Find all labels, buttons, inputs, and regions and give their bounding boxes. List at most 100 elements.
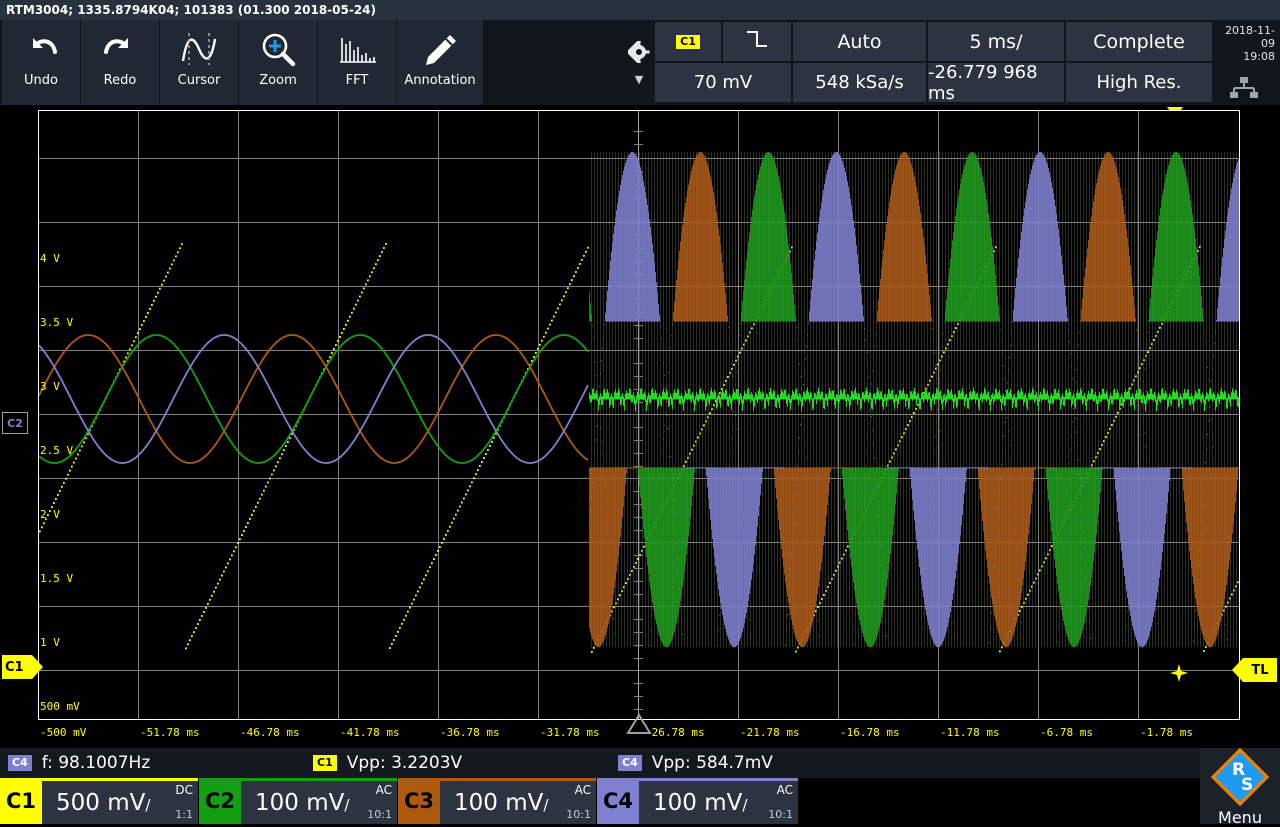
y-axis-label-bottom: -500 mV [40, 726, 86, 739]
annotation-icon [420, 24, 460, 74]
horizontal-position-cell[interactable]: -26.779 968 ms [928, 63, 1064, 102]
undo-button[interactable]: Undo [2, 20, 80, 105]
gear-icon[interactable] [628, 41, 650, 67]
measurement-item[interactable]: C1 Vpp: 3.2203V [313, 753, 613, 773]
y-axis-label: 2.5 V [40, 444, 73, 457]
trigger-level-marker[interactable]: TL [1243, 658, 1277, 682]
undo-label: Undo [24, 74, 58, 88]
settings-column[interactable]: ▼ [625, 20, 653, 105]
trigger-mode-cell[interactable]: Auto [793, 22, 926, 61]
waveform-display[interactable]: T [0, 105, 1280, 745]
trigger-source-cell[interactable]: C1 [655, 22, 721, 61]
y-axis-label: 2 V [40, 508, 60, 521]
channel-probe-ratio: 1:1 [175, 809, 193, 821]
horizontal-position-value: -26.779 968 ms [928, 62, 1064, 104]
channel-c4[interactable]: C4 100 mV/ AC 10:1 [597, 778, 798, 824]
zoom-button[interactable]: Zoom [239, 20, 317, 105]
trigger-source-badge: C1 [676, 35, 700, 49]
timebase-cell[interactable]: 5 ms/ [928, 22, 1064, 61]
y-axis-label: 500 mV [40, 700, 80, 713]
fft-button[interactable]: FFT [318, 20, 396, 105]
title-text: RTM3004; 1335.8794K04; 101383 (01.300 20… [6, 3, 376, 17]
plot-area[interactable] [38, 110, 1240, 720]
channel-badge: C4 [597, 778, 639, 824]
chevron-down-icon[interactable]: ▼ [635, 75, 643, 85]
channel-scale: 100 mV/ [255, 790, 349, 816]
channel-badge: C2 [199, 778, 241, 824]
trigger-base-marker[interactable] [626, 713, 652, 739]
x-axis-label: -51.78 ms [140, 726, 200, 739]
channel-c3[interactable]: C3 100 mV/ AC 10:1 [398, 778, 596, 824]
y-axis-label: 3 V [40, 380, 60, 393]
redo-label: Redo [104, 74, 137, 88]
x-axis-label: -21.78 ms [740, 726, 800, 739]
redo-icon [100, 24, 140, 74]
undo-icon [21, 24, 61, 74]
sample-rate-value: 548 kSa/s [815, 72, 903, 93]
cursor-button[interactable]: Cursor [160, 20, 238, 105]
acquisition-mode-cell[interactable]: High Res. [1066, 63, 1212, 102]
trigger-slope-cell[interactable] [723, 22, 791, 61]
x-axis-label: -31.78 ms [540, 726, 600, 739]
date-time-panel: 2018-11-09 19:08 [1212, 22, 1278, 102]
x-axis-label: -36.78 ms [440, 726, 500, 739]
cursor-label: Cursor [178, 74, 221, 88]
acquisition-mode-value: High Res. [1097, 72, 1182, 93]
fft-label: FFT [346, 74, 369, 88]
measurement-channel-badge: C1 [313, 755, 337, 771]
cursor-icon [177, 24, 221, 74]
channel-c1[interactable]: C1 500 mV/ DC 1:1 [0, 778, 198, 824]
channel-c2[interactable]: C2 100 mV/ AC 10:1 [199, 778, 397, 824]
x-axis-label: -46.78 ms [240, 726, 300, 739]
x-axis-label: -16.78 ms [840, 726, 900, 739]
measurement-value: Vpp: 3.2203V [347, 753, 462, 773]
x-axis-label: -26.78 ms [645, 726, 705, 739]
channel-scale: 100 mV/ [653, 790, 747, 816]
redo-button[interactable]: Redo [81, 20, 159, 105]
x-axis-label: -1.78 ms [1140, 726, 1193, 739]
measurement-item[interactable]: C4 Vpp: 584.7mV [618, 753, 918, 773]
trigger-settings-panel: C1 Auto 5 ms/ Complete 70 mV 548 kSa/s -… [655, 22, 1212, 102]
measurement-bar: C4 f: 98.1007Hz C1 Vpp: 3.2203V C4 Vpp: … [0, 748, 1200, 778]
annotation-label: Annotation [404, 74, 475, 88]
acquisition-state-cell[interactable]: Complete [1066, 22, 1212, 61]
trigger-level-value: 70 mV [694, 72, 752, 93]
waveform-traces [39, 111, 1239, 719]
channel-probe-ratio: 10:1 [768, 809, 793, 821]
oscilloscope-screen: RTM3004; 1335.8794K04; 101383 (01.300 20… [0, 0, 1280, 824]
measurement-channel-badge: C4 [8, 755, 32, 771]
x-axis-label: -41.78 ms [340, 726, 400, 739]
trigger-level-cell[interactable]: 70 mV [655, 63, 791, 102]
timebase-value: 5 ms/ [970, 31, 1023, 53]
channel-bar: C1 500 mV/ DC 1:1 C2 100 mV/ AC 10:1 C3 … [0, 778, 1200, 824]
channel-coupling: AC [777, 784, 793, 797]
y-axis-label: 4 V [40, 252, 60, 265]
channel-offset-marker-cluster[interactable]: C2 [2, 412, 28, 434]
acquisition-state-value: Complete [1093, 31, 1185, 53]
annotation-button[interactable]: Annotation [397, 20, 483, 105]
channel-scale: 500 mV/ [56, 790, 150, 816]
zoom-label: Zoom [259, 74, 296, 88]
sample-rate-cell[interactable]: 548 kSa/s [793, 63, 926, 102]
network-icon[interactable] [1212, 77, 1275, 99]
x-axis-label: -11.78 ms [940, 726, 1000, 739]
channel-badge: C1 [0, 778, 42, 824]
c1-ground-marker[interactable]: C1 [2, 655, 32, 679]
svg-text:S: S [1241, 775, 1253, 795]
measurement-value: f: 98.1007Hz [42, 753, 151, 773]
fft-icon [336, 24, 378, 74]
tl-marker-label: TL [1251, 663, 1268, 678]
y-axis-label: 1.5 V [40, 572, 73, 585]
measurement-channel-badge: C4 [618, 755, 642, 771]
channel-coupling: DC [175, 784, 193, 797]
falling-edge-icon [744, 29, 770, 54]
zoom-icon [258, 24, 298, 74]
channel-coupling: AC [575, 784, 591, 797]
title-bar: RTM3004; 1335.8794K04; 101383 (01.300 20… [0, 0, 1280, 20]
trigger-level-star-icon [1169, 663, 1189, 687]
c1-marker-label: C1 [5, 660, 24, 675]
channel-badge: C3 [398, 778, 440, 824]
channel-probe-ratio: 10:1 [566, 809, 591, 821]
menu-button[interactable]: R S Menu [1200, 748, 1280, 824]
measurement-item[interactable]: C4 f: 98.1007Hz [8, 753, 308, 773]
